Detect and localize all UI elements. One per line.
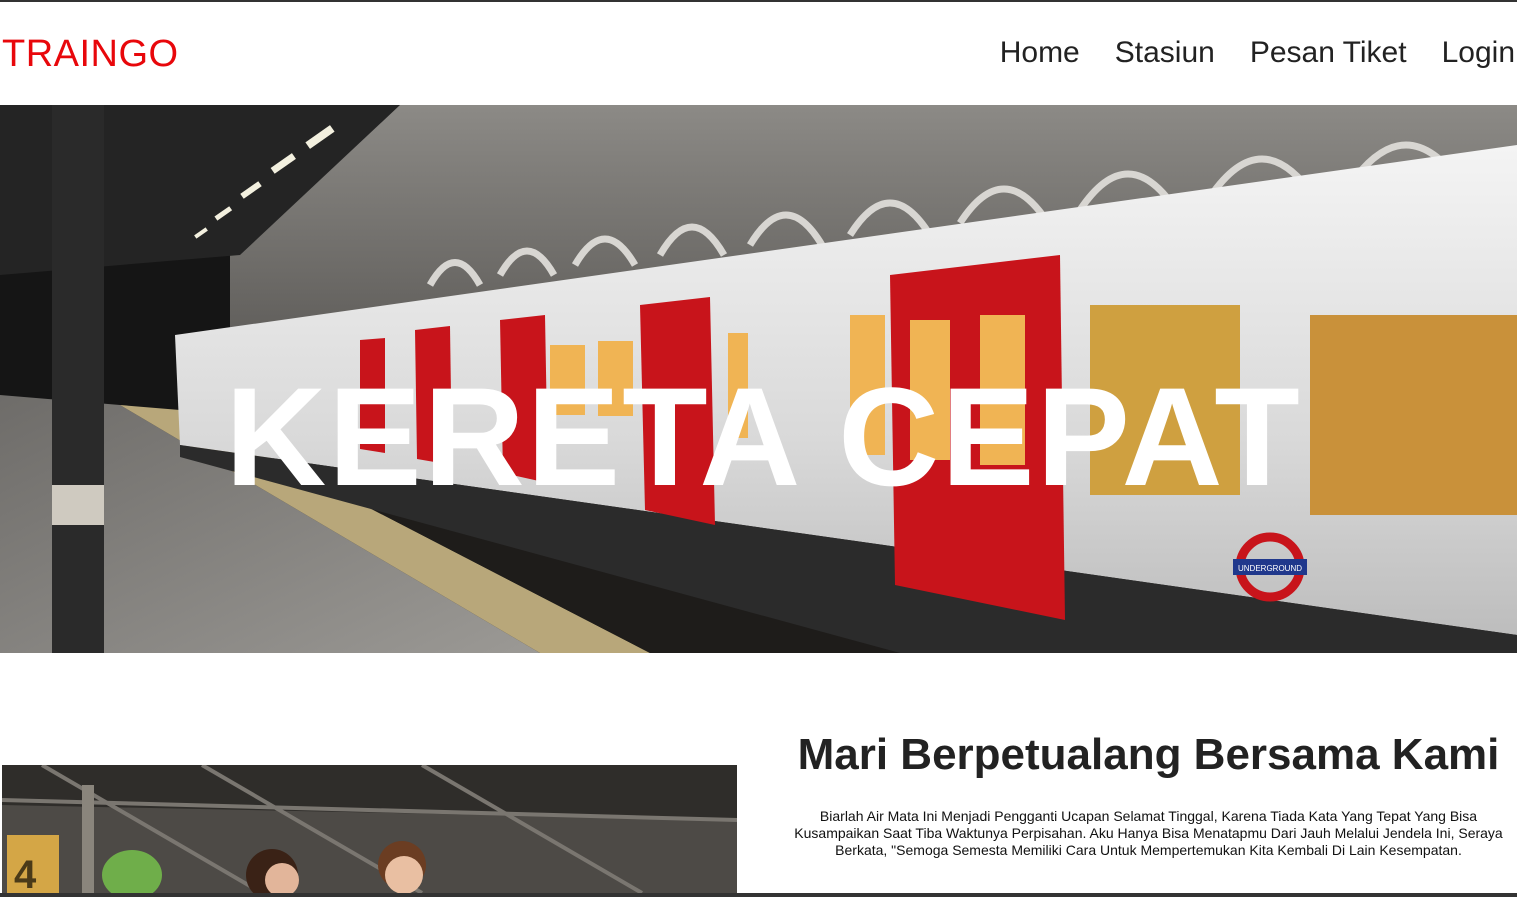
about-section: Mari Berpetualang Bersama Kami Biarlah A…	[780, 730, 1517, 859]
nav-login-link[interactable]: Login	[1442, 36, 1515, 70]
nav-home-link[interactable]: Home	[1000, 36, 1080, 70]
hero-title: KERETA CEPAT	[225, 358, 1302, 515]
nav-pesan-tiket-link[interactable]: Pesan Tiket	[1250, 36, 1407, 70]
bottom-border	[0, 893, 1517, 897]
site-header: TRAINGO Home Stasiun Pesan Tiket Login	[0, 2, 1517, 105]
nav-stasiun-link[interactable]: Stasiun	[1115, 36, 1215, 70]
platform-photo: 4	[2, 765, 737, 893]
brand-logo-link[interactable]: TRAINGO	[2, 33, 179, 76]
hero-banner: UNDERGROUND KERETA CEPAT	[0, 105, 1517, 653]
roundel-label: UNDERGROUND	[1238, 564, 1302, 573]
main-nav: Home Stasiun Pesan Tiket Login	[1000, 36, 1515, 70]
platform-number: 4	[14, 853, 37, 893]
about-heading: Mari Berpetualang Bersama Kami	[797, 730, 1500, 779]
platform-photo-image: 4	[2, 765, 737, 893]
about-paragraph: Biarlah Air Mata Ini Menjadi Pengganti U…	[794, 808, 1503, 858]
